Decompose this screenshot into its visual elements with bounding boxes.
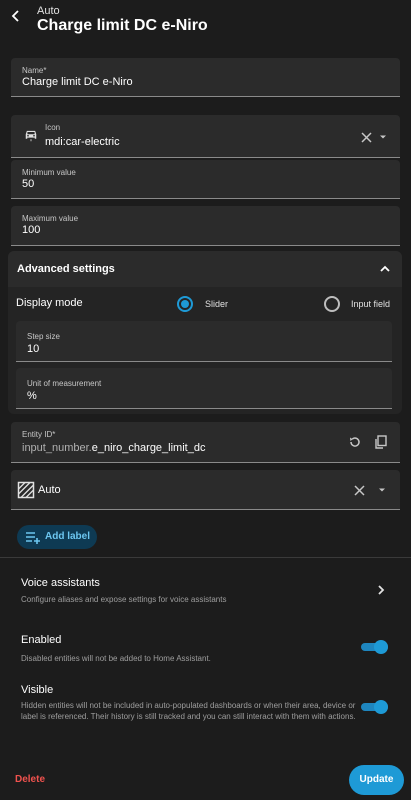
radio-slider-label: Slider [205,299,229,309]
entity-id-label: Entity ID* [22,430,56,439]
page-title: Charge limit DC e-Niro [37,17,208,34]
clear-area-button[interactable] [351,482,367,498]
enabled-title: Enabled [21,634,62,646]
close-icon [353,484,365,496]
icon-field-value: mdi:car-electric [45,136,120,148]
visible-toggle[interactable] [361,700,388,714]
header-subtitle: Auto [37,5,60,17]
visible-toggle-knob [374,700,388,714]
label-add-icon [26,532,40,544]
visible-title: Visible [21,684,54,696]
radio-slider[interactable] [177,296,193,312]
back-button[interactable] [6,6,26,26]
enabled-toggle[interactable] [361,640,388,654]
voice-assistants-title: Voice assistants [21,577,100,589]
entity-id-object-id: e_niro_charge_limit_dc [91,442,206,454]
unit-of-measurement-label: Unit of measurement [27,379,102,388]
chevron-down-icon [379,488,385,492]
area-icon [17,481,35,499]
advanced-settings-panel: Advanced settings Display mode Slider In… [8,251,402,414]
voice-assistants-desc: Configure aliases and expose settings fo… [21,595,227,604]
top-app-bar: Auto Charge limit DC e-Niro [0,0,411,48]
restore-icon [350,437,360,447]
advanced-settings-header[interactable]: Advanced settings [8,251,402,287]
step-size-label: Step size [27,332,60,341]
unit-of-measurement-value: % [27,390,37,402]
unit-of-measurement-field[interactable]: Unit of measurement % [16,368,392,409]
area-value: Auto [38,484,61,496]
area-picker-field[interactable]: Auto [11,470,400,510]
collapse-button[interactable] [377,261,393,277]
maximum-value-value: 100 [22,224,41,236]
entity-id-value: input_number.e_niro_charge_limit_dc [22,442,205,454]
entity-id-field[interactable]: Entity ID* input_number.e_niro_charge_li… [11,422,400,463]
add-label-button[interactable]: Add label [17,525,97,549]
car-electric-icon [25,130,37,142]
minimum-value-field[interactable]: Minimum value 50 [11,160,400,199]
name-field[interactable]: Name* Charge limit DC e-Niro [11,58,400,97]
copy-entity-id-button[interactable] [372,434,388,450]
name-field-value: Charge limit DC e-Niro [22,76,133,88]
radio-input-field[interactable] [324,296,340,312]
update-button[interactable]: Update [349,765,404,795]
icon-dropdown-button[interactable] [375,129,391,145]
maximum-value-field[interactable]: Maximum value 100 [11,206,400,246]
name-field-label: Name* [22,66,47,75]
copy-icon [374,435,387,449]
divider [0,557,411,558]
radio-input-field-label: Input field [351,299,391,309]
display-mode-label: Display mode [16,297,83,309]
restore-entity-id-button[interactable] [347,434,363,450]
minimum-value-value: 50 [22,178,35,190]
chevron-left-icon [11,10,19,22]
step-size-field[interactable]: Step size 10 [16,321,392,362]
maximum-value-label: Maximum value [22,214,79,223]
add-label-text: Add label [45,531,91,542]
entity-id-prefix: input_number. [22,442,92,454]
minimum-value-label: Minimum value [22,168,76,177]
delete-button[interactable]: Delete [15,774,45,785]
enabled-desc: Disabled entities will not be added to H… [21,654,211,663]
chevron-up-icon [380,265,390,272]
enabled-toggle-knob [374,640,388,654]
update-button-label: Update [359,774,394,785]
close-icon [360,131,372,143]
step-size-value: 10 [27,343,40,355]
icon-picker-field[interactable]: Icon mdi:car-electric [11,115,400,158]
voice-assistants-row[interactable]: Voice assistants Configure aliases and e… [0,570,411,610]
advanced-settings-title: Advanced settings [17,263,115,275]
clear-icon-button[interactable] [358,129,374,145]
chevron-right-icon [378,585,385,595]
chevron-down-icon [380,135,386,139]
visible-desc: Hidden entities will not be included in … [21,701,356,721]
icon-field-label: Icon [45,123,61,132]
area-dropdown-button[interactable] [374,482,390,498]
